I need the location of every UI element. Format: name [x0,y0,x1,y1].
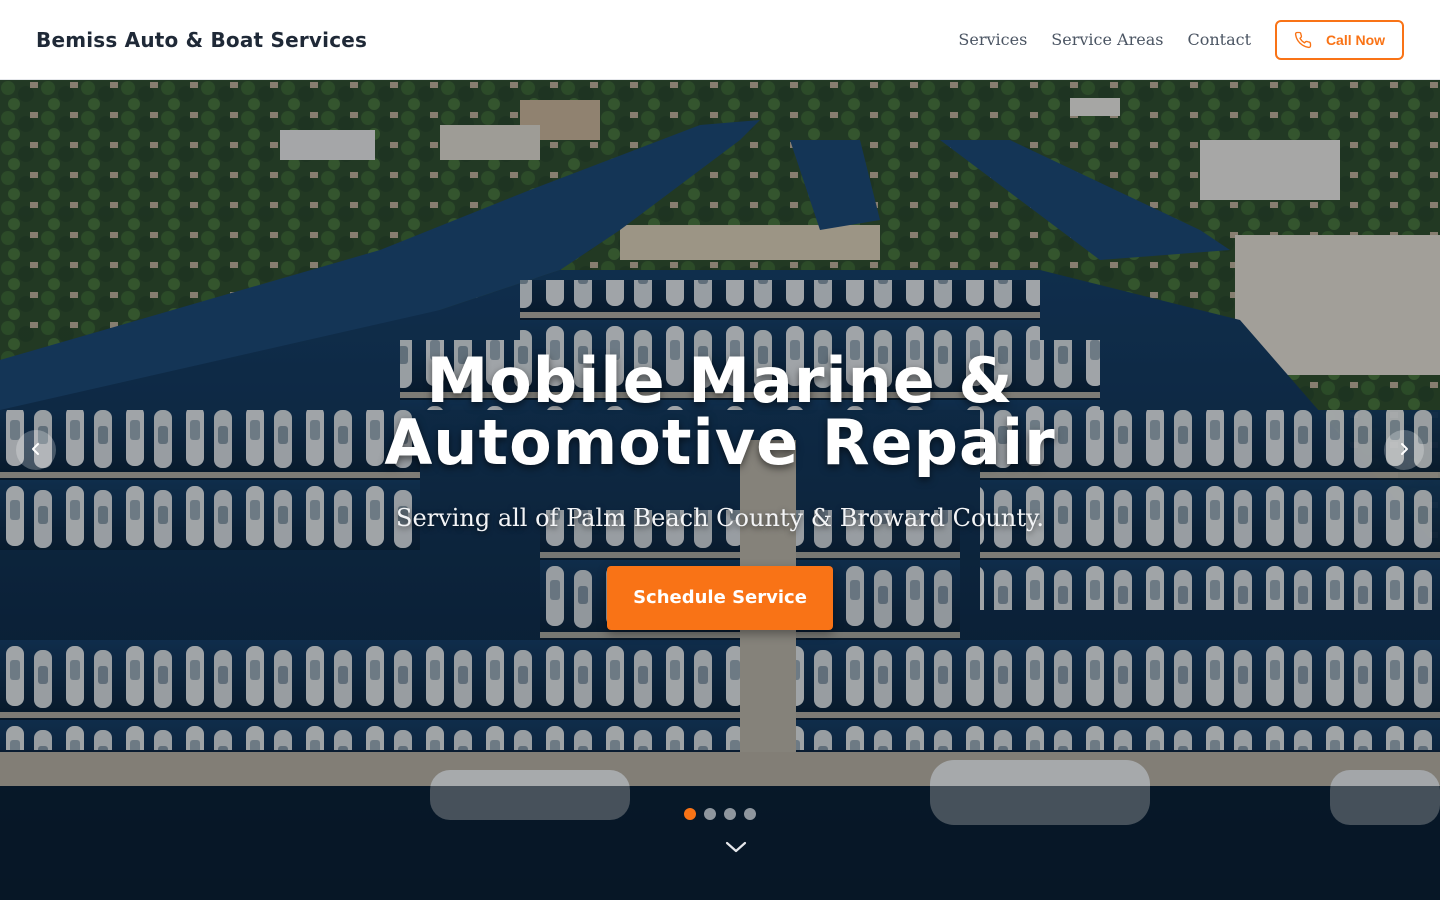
hero-content: Mobile Marine & Automotive Repair Servin… [0,350,1440,630]
scroll-down-button[interactable] [724,838,748,858]
hero-title-line-1: Mobile Marine & [426,344,1014,417]
hero-title-line-2: Automotive Repair [384,406,1056,479]
hero-title: Mobile Marine & Automotive Repair [0,350,1440,474]
carousel-indicators [684,808,764,820]
call-now-label: Call Now [1325,31,1386,48]
nav-services[interactable]: Services [958,30,1027,49]
nav-service-areas[interactable]: Service Areas [1051,30,1163,49]
site-header: Bemiss Auto & Boat Services Services Ser… [0,0,1440,80]
call-now-button[interactable]: Call Now [1275,19,1404,60]
nav-contact[interactable]: Contact [1187,30,1251,49]
main-nav: Services Service Areas Contact Call Now [934,19,1404,60]
hero-subtitle: Serving all of Palm Beach County & Browa… [396,504,1044,532]
carousel-dot-1[interactable] [684,808,696,820]
hero-carousel: Mobile Marine & Automotive Repair Servin… [0,80,1440,900]
chevron-down-icon [725,839,747,858]
carousel-dot-4[interactable] [744,808,756,820]
carousel-dot-3[interactable] [724,808,736,820]
schedule-service-button[interactable]: Schedule Service [607,566,833,630]
carousel-dot-2[interactable] [704,808,716,820]
brand-name[interactable]: Bemiss Auto & Boat Services [36,28,367,52]
phone-icon [1294,31,1312,49]
